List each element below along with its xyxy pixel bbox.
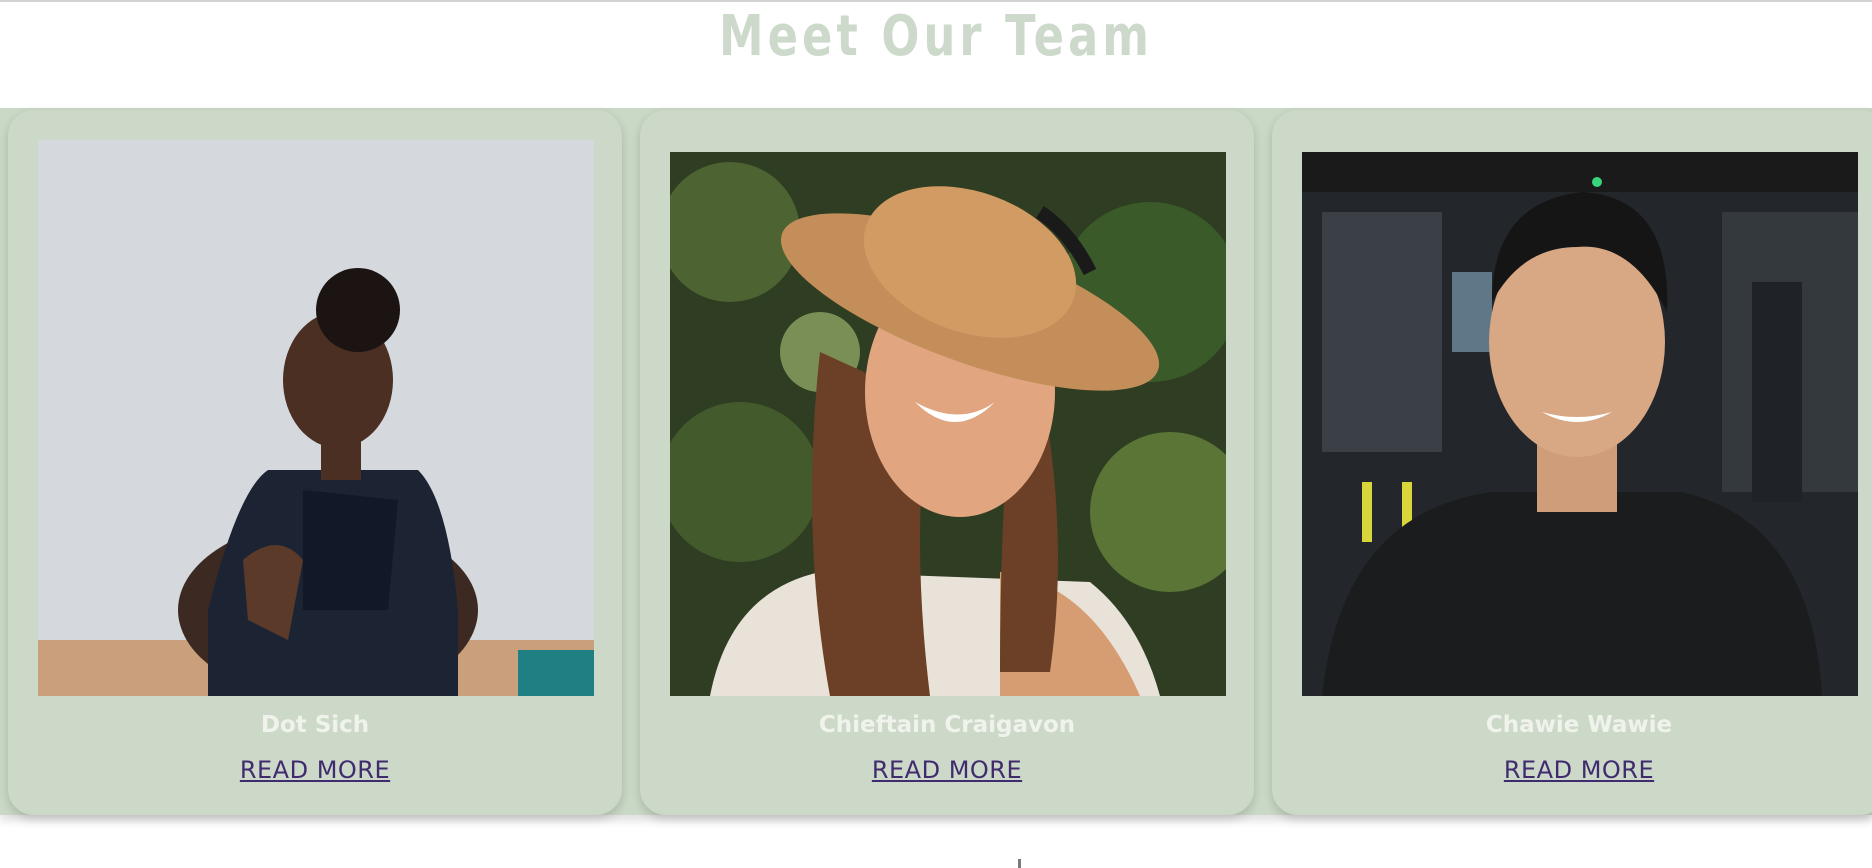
team-member-photo xyxy=(670,152,1226,696)
read-more-link[interactable]: READ MORE xyxy=(640,756,1254,784)
team-member-photo xyxy=(1302,152,1858,696)
team-card-chawie-wawie: Chawie Wawie READ MORE xyxy=(1272,110,1872,815)
read-more-link[interactable]: READ MORE xyxy=(8,756,622,784)
team-member-name: Chieftain Craigavon xyxy=(818,712,1076,738)
team-member-name: Chawie Wawie xyxy=(1485,712,1673,738)
team-member-name: Dot Sich xyxy=(260,712,370,738)
team-member-photo xyxy=(38,140,594,696)
top-divider xyxy=(0,0,1872,2)
team-card-chieftain-craigavon: Chieftain Craigavon READ MORE xyxy=(640,110,1254,815)
team-card-dot-sich: Dot Sich READ MORE xyxy=(8,110,622,815)
section-tick-mark xyxy=(1018,859,1021,868)
page-title: Meet Our Team xyxy=(719,4,1153,69)
read-more-link[interactable]: READ MORE xyxy=(1272,756,1872,784)
